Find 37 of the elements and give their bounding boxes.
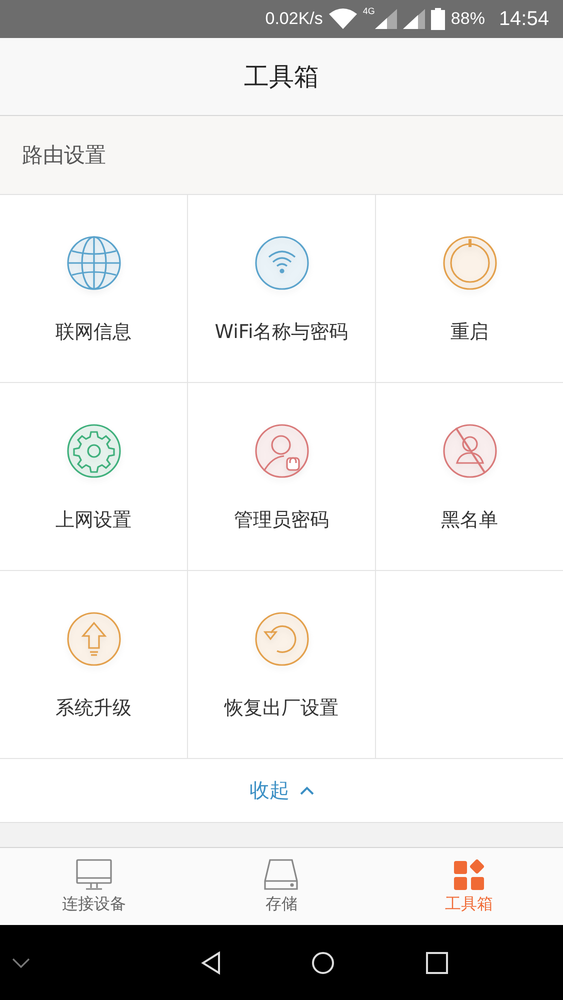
chevron-down-icon[interactable] bbox=[12, 958, 30, 968]
drive-icon bbox=[263, 858, 300, 890]
battery-level: 88% bbox=[450, 9, 485, 29]
tool-tile[interactable]: 管理员密码 bbox=[188, 383, 376, 571]
page-title: 工具箱 bbox=[244, 61, 319, 93]
tool-tile[interactable]: 系统升级 bbox=[0, 571, 188, 759]
nav-tab[interactable]: 存储 bbox=[188, 848, 376, 925]
tool-tile[interactable]: 恢复出厂设置 bbox=[188, 571, 376, 759]
monitor-icon bbox=[76, 858, 112, 890]
network-type: 4G bbox=[362, 6, 375, 16]
battery-icon bbox=[430, 8, 445, 30]
tool-label: 上网设置 bbox=[56, 508, 132, 533]
back-icon[interactable] bbox=[200, 950, 221, 974]
tool-label: 管理员密码 bbox=[234, 508, 329, 533]
nav-tab[interactable]: 连接设备 bbox=[0, 848, 188, 925]
tool-tile[interactable]: 重启 bbox=[376, 195, 563, 383]
wifi-icon bbox=[328, 8, 357, 30]
tool-label: 恢复出厂设置 bbox=[224, 696, 338, 721]
tool-label: 系统升级 bbox=[56, 696, 132, 721]
tool-label: WiFi名称与密码 bbox=[214, 320, 348, 345]
tool-tile[interactable]: 上网设置 bbox=[0, 383, 188, 571]
tool-label: 重启 bbox=[450, 320, 488, 345]
signal-icon bbox=[374, 9, 397, 29]
tool-tile[interactable]: WiFi名称与密码 bbox=[188, 195, 376, 383]
tool-tile[interactable]: 黑名单 bbox=[376, 383, 563, 571]
section-title: 路由设置 bbox=[22, 142, 106, 169]
collapse-button[interactable]: 收起 bbox=[0, 759, 563, 823]
grid-icon bbox=[453, 858, 486, 890]
recents-icon[interactable] bbox=[426, 952, 448, 974]
tool-label: 黑名单 bbox=[441, 508, 498, 533]
tool-tile[interactable]: 联网信息 bbox=[0, 195, 188, 383]
chevron-up-icon bbox=[300, 786, 314, 795]
clock: 14:54 bbox=[498, 8, 549, 30]
network-speed: 0.02K/s bbox=[265, 9, 323, 29]
tool-label: 联网信息 bbox=[56, 320, 132, 345]
signal-icon bbox=[402, 9, 425, 29]
home-icon[interactable] bbox=[311, 950, 336, 974]
